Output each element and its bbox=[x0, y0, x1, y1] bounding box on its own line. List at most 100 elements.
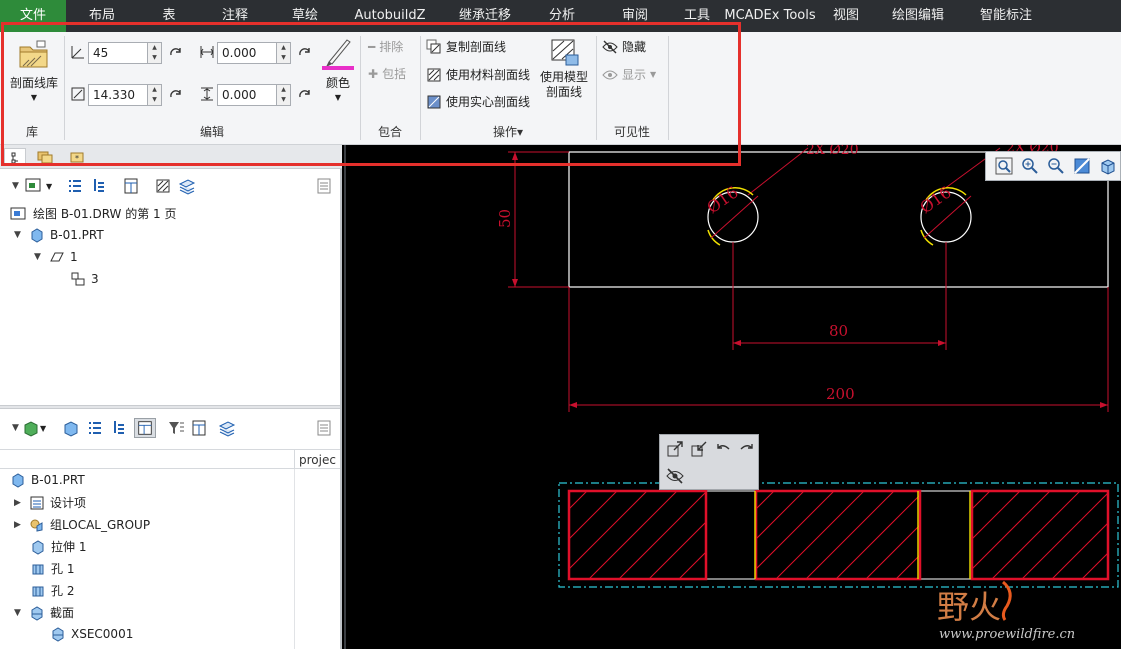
tree-item-local-group[interactable]: ▶ 组LOCAL_GROUP bbox=[14, 516, 150, 533]
spin-down-icon[interactable]: ▼ bbox=[148, 53, 161, 63]
dim-80-text[interactable]: 80 bbox=[829, 322, 848, 340]
chevron-right-icon[interactable]: ▶ bbox=[14, 520, 24, 530]
chevron-down-icon[interactable]: ▼ bbox=[34, 252, 44, 262]
menu-annotate[interactable]: 注释 bbox=[200, 0, 270, 32]
list-tree-icon[interactable] bbox=[110, 419, 128, 437]
dim-200-text[interactable]: 200 bbox=[826, 385, 855, 403]
tree-item-design-items[interactable]: ▶ 设计项 bbox=[14, 494, 86, 511]
menu-table[interactable]: 表 bbox=[138, 0, 200, 32]
model-hatch-button[interactable]: 使用模型剖面线 bbox=[536, 36, 592, 100]
menu-smart-dimension[interactable]: 智能标注 bbox=[966, 0, 1046, 32]
line-offset-input[interactable]: 0.000 bbox=[217, 84, 277, 106]
rotate-icon[interactable] bbox=[297, 88, 313, 102]
spin-up-icon[interactable]: ▲ bbox=[277, 85, 290, 95]
rotate-icon[interactable] bbox=[297, 46, 313, 60]
menu-view[interactable]: 视图 bbox=[822, 0, 870, 32]
show-button[interactable]: 显示 ▼ bbox=[602, 66, 656, 83]
menu-legacy-migration[interactable]: 继承迁移 bbox=[440, 0, 530, 32]
menu-mcadex-tools[interactable]: MCADEx Tools bbox=[718, 0, 822, 32]
tree-item-xsec[interactable]: XSEC0001 bbox=[50, 626, 133, 642]
rotate-icon[interactable] bbox=[168, 88, 184, 102]
layers-icon[interactable] bbox=[178, 177, 196, 195]
solid-hatch-button[interactable]: 使用实心剖面线 bbox=[426, 93, 530, 110]
color-button[interactable]: 颜色 ▼ bbox=[320, 36, 356, 102]
list-icon[interactable] bbox=[86, 419, 104, 437]
tree-item-drawing-sheet[interactable]: 绘图 B-01.DRW 的第 1 页 bbox=[10, 205, 177, 222]
chevron-down-icon[interactable]: ▼ bbox=[14, 608, 24, 618]
include-button[interactable]: ✚ 包括 bbox=[368, 65, 406, 82]
angle-spinner[interactable]: 45 ▲ ▼ bbox=[88, 42, 162, 64]
table-icon[interactable] bbox=[122, 177, 140, 195]
repaint-icon[interactable] bbox=[1072, 156, 1092, 176]
table-icon[interactable] bbox=[190, 419, 208, 437]
hide-button[interactable]: 隐藏 bbox=[602, 38, 646, 55]
chevron-down-icon[interactable]: ▼ bbox=[12, 181, 22, 191]
chevron-right-icon[interactable]: ▶ bbox=[14, 498, 24, 508]
rotate-icon[interactable] bbox=[168, 46, 184, 60]
undo-arrow-icon[interactable] bbox=[714, 440, 732, 458]
collapse-icon[interactable] bbox=[690, 440, 708, 458]
chevron-down-icon[interactable]: ▼ bbox=[12, 423, 22, 433]
menu-sketch[interactable]: 草绘 bbox=[270, 0, 340, 32]
tree-item-hole-2[interactable]: 孔 2 bbox=[30, 582, 74, 599]
expand-icon[interactable] bbox=[666, 440, 684, 458]
redo-arrow-icon[interactable] bbox=[738, 440, 756, 458]
eye-slash-icon[interactable] bbox=[666, 468, 684, 484]
hatch-region[interactable] bbox=[469, 491, 797, 579]
drawing-canvas[interactable]: Ø16 Ø16 2X Ø20 2X Ø20 50 80 200 bbox=[344, 145, 1121, 649]
settings-panel-icon[interactable] bbox=[316, 419, 332, 437]
spin-down-icon[interactable]: ▼ bbox=[277, 53, 290, 63]
spin-up-icon[interactable]: ▲ bbox=[277, 43, 290, 53]
tree-item-dimension[interactable]: 3 bbox=[70, 271, 99, 287]
offset-input[interactable]: 0.000 bbox=[217, 42, 277, 64]
menu-drawing-edit[interactable]: 绘图编辑 bbox=[870, 0, 966, 32]
chevron-down-icon[interactable]: ▼ bbox=[40, 424, 46, 433]
cube-icon[interactable] bbox=[62, 419, 80, 437]
chevron-down-icon[interactable]: ▼ bbox=[14, 230, 24, 240]
hatch-icon[interactable] bbox=[154, 177, 172, 195]
copy-hatch-button[interactable]: 复制剖面线 bbox=[426, 38, 506, 55]
menu-analysis[interactable]: 分析 bbox=[530, 0, 594, 32]
tree-item-part[interactable]: ▼ B-01.PRT bbox=[14, 227, 104, 243]
menu-review[interactable]: 审阅 bbox=[594, 0, 676, 32]
part-icon[interactable] bbox=[22, 419, 40, 437]
spacing-input[interactable]: 14.330 bbox=[88, 84, 148, 106]
menu-file[interactable]: 文件 bbox=[0, 0, 66, 32]
spin-down-icon[interactable]: ▼ bbox=[277, 95, 290, 105]
zoom-out-icon[interactable] bbox=[1046, 156, 1066, 176]
hatch-region[interactable] bbox=[656, 491, 1014, 579]
spin-up-icon[interactable]: ▲ bbox=[148, 85, 161, 95]
menu-autobuildz[interactable]: AutobuildZ bbox=[340, 0, 440, 32]
settings-panel-icon[interactable] bbox=[316, 177, 332, 195]
tree-item-extrude[interactable]: 拉伸 1 bbox=[30, 538, 86, 555]
angle-input[interactable]: 45 bbox=[88, 42, 148, 64]
tab-favorites[interactable]: * bbox=[66, 148, 88, 166]
hole-note[interactable]: 2X Ø20 bbox=[806, 145, 859, 158]
section-selection-box[interactable] bbox=[558, 482, 1119, 588]
spin-down-icon[interactable]: ▼ bbox=[148, 95, 161, 105]
group-label-operations[interactable]: 操作▾ bbox=[420, 123, 596, 140]
display-style-icon[interactable] bbox=[1098, 156, 1118, 176]
sheet-icon[interactable] bbox=[24, 177, 44, 195]
tab-layers[interactable] bbox=[34, 148, 56, 166]
tab-model-tree[interactable] bbox=[4, 148, 26, 166]
panel-splitter[interactable] bbox=[0, 405, 340, 409]
section-view[interactable] bbox=[469, 489, 1121, 581]
tree-item-view[interactable]: ▼ 1 bbox=[34, 249, 78, 265]
line-offset-spinner[interactable]: 0.000 ▲ ▼ bbox=[217, 84, 291, 106]
offset-spinner[interactable]: 0.000 ▲ ▼ bbox=[217, 42, 291, 64]
chevron-down-icon[interactable]: ▼ bbox=[46, 182, 52, 191]
layers-icon[interactable] bbox=[218, 419, 236, 437]
tree-item-hole-1[interactable]: 孔 1 bbox=[30, 560, 74, 577]
zoom-in-icon[interactable] bbox=[1020, 156, 1040, 176]
column-header-project[interactable]: projec bbox=[294, 450, 340, 470]
spacing-spinner[interactable]: 14.330 ▲ ▼ bbox=[88, 84, 162, 106]
menu-tools[interactable]: 工具 bbox=[676, 0, 718, 32]
list-tree-icon[interactable] bbox=[90, 177, 108, 195]
spin-up-icon[interactable]: ▲ bbox=[148, 43, 161, 53]
tree-item-sections[interactable]: ▼ 截面 bbox=[14, 604, 74, 621]
dim-50-text[interactable]: 50 bbox=[496, 209, 514, 228]
exclude-button[interactable]: ━ 排除 bbox=[368, 38, 403, 55]
columns-icon[interactable] bbox=[134, 418, 157, 438]
menu-layout[interactable]: 布局 bbox=[66, 0, 138, 32]
